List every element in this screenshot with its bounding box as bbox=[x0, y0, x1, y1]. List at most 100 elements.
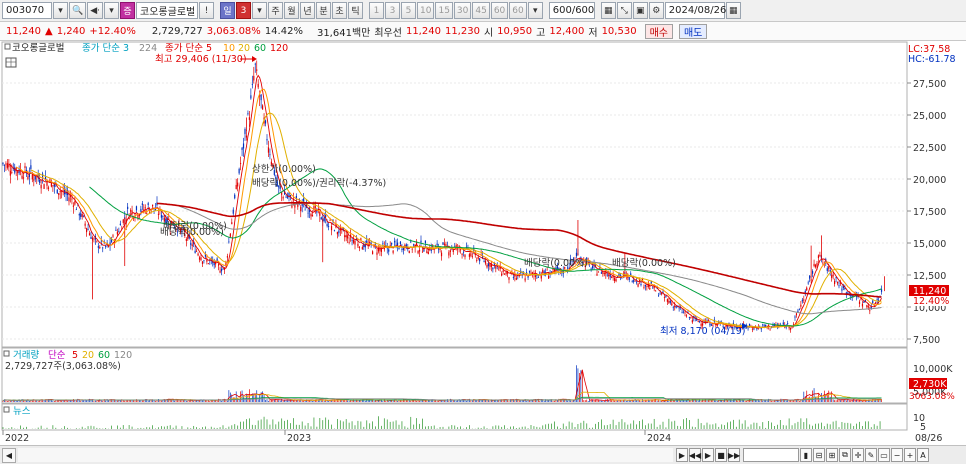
price-candle-body bbox=[53, 184, 55, 187]
search-icon[interactable]: 🔍 bbox=[69, 2, 87, 19]
period-day-button[interactable]: 일 bbox=[220, 2, 236, 19]
zoom-in-icon[interactable]: ⊞ bbox=[826, 448, 838, 462]
date-field[interactable]: 2024/08/26 bbox=[664, 2, 726, 19]
price-candle-body bbox=[505, 272, 507, 275]
price-candle-body bbox=[242, 143, 245, 149]
price-candle-body bbox=[200, 257, 202, 261]
draw-icon[interactable]: ✎ bbox=[865, 448, 877, 462]
period-minute[interactable]: 분 bbox=[316, 2, 332, 19]
rewind-button[interactable]: ◀◀ bbox=[689, 448, 701, 462]
interval-15[interactable]: 15 bbox=[435, 2, 453, 19]
price-candle-body bbox=[875, 302, 877, 304]
font-size-button[interactable]: A bbox=[917, 448, 929, 462]
price-candle-body bbox=[185, 238, 187, 241]
price-candle-body bbox=[398, 247, 400, 250]
price-candle-body bbox=[366, 240, 368, 244]
interval-dropdown-button[interactable]: ▾ bbox=[527, 2, 543, 19]
interval-1[interactable]: 1 bbox=[369, 2, 385, 19]
price-candle-body bbox=[256, 69, 258, 71]
gear-icon[interactable]: ⚙ bbox=[648, 2, 664, 19]
price-candle-body bbox=[71, 198, 73, 200]
period-second[interactable]: 초 bbox=[332, 2, 348, 19]
price-candle-body bbox=[87, 229, 89, 231]
data-count-field[interactable]: 600/600 bbox=[548, 2, 595, 19]
interval-45[interactable]: 45 bbox=[472, 2, 490, 19]
price-candle-body bbox=[690, 317, 692, 318]
period-year[interactable]: 년 bbox=[300, 2, 316, 19]
price-candle-body bbox=[460, 249, 462, 251]
stock-code-input[interactable]: 003070 bbox=[2, 2, 52, 19]
play-button[interactable]: ▶ bbox=[702, 448, 714, 462]
price-candle-body bbox=[807, 282, 809, 284]
price-candle-body bbox=[102, 247, 104, 249]
period-num-button[interactable]: 3 bbox=[236, 2, 252, 19]
compare-icon[interactable]: ⧉ bbox=[839, 448, 851, 462]
price-candle-body bbox=[116, 231, 118, 235]
price-candle-body bbox=[502, 270, 504, 273]
alert-button[interactable]: ! bbox=[199, 2, 215, 19]
price-candle-body bbox=[669, 301, 671, 303]
buy-button[interactable]: 매수 bbox=[644, 23, 673, 39]
dividend-combo-annotation: 배당락(0.00%)/권리락(-4.37%) bbox=[252, 177, 386, 189]
interval-5[interactable]: 5 bbox=[401, 2, 417, 19]
price-candle-body bbox=[244, 129, 246, 135]
speaker-icon[interactable]: ◀· bbox=[87, 2, 104, 19]
price-candle-body bbox=[297, 204, 299, 207]
crosshair-icon[interactable]: ✛ bbox=[852, 448, 864, 462]
forward-button[interactable]: ▶▶ bbox=[728, 448, 740, 462]
price-candle-body bbox=[119, 223, 121, 226]
stock-name-field[interactable]: 코오롱글로벌 bbox=[136, 2, 199, 19]
scroll-track[interactable] bbox=[18, 448, 673, 462]
price-candle-body bbox=[691, 320, 693, 323]
sell-button[interactable]: 매도 bbox=[678, 23, 708, 39]
price-candle-body bbox=[56, 189, 58, 194]
price-candle-body bbox=[838, 285, 840, 287]
zoom-out-icon[interactable]: ⊟ bbox=[813, 448, 825, 462]
period-dropdown-button[interactable]: ▾ bbox=[252, 2, 268, 19]
price-candle-body bbox=[2, 163, 4, 164]
price-candle-body bbox=[866, 305, 868, 308]
price-candle-body bbox=[633, 280, 635, 282]
price-candle-body bbox=[72, 205, 74, 207]
divider-handle[interactable]: ▮ bbox=[800, 448, 812, 462]
period-week[interactable]: 주 bbox=[268, 2, 284, 19]
period-month[interactable]: 월 bbox=[284, 2, 300, 19]
scroll-right-button[interactable]: ▶ bbox=[676, 448, 688, 462]
legend-close-ma: 종가 단순 3 bbox=[82, 43, 129, 54]
x-label-end: 08/26 bbox=[915, 433, 942, 444]
scroll-left-button[interactable]: ◀ bbox=[2, 448, 16, 463]
expand-icon[interactable]: ▭ bbox=[878, 448, 890, 462]
interval-30[interactable]: 30 bbox=[453, 2, 472, 19]
price-candle-body bbox=[597, 271, 600, 273]
price-candle-body bbox=[487, 263, 490, 267]
legend-toggle-icon[interactable] bbox=[4, 43, 11, 50]
price-candle-body bbox=[417, 251, 419, 254]
price-candle-body bbox=[486, 264, 488, 268]
calendar-icon[interactable]: ▦ bbox=[725, 2, 741, 19]
volume-toggle-icon[interactable] bbox=[3, 350, 10, 357]
interval-60[interactable]: 60 bbox=[490, 2, 509, 19]
stock-dropdown-button[interactable]: ▾ bbox=[104, 2, 120, 19]
price-candle-body bbox=[237, 182, 239, 187]
zoom-slider[interactable] bbox=[743, 448, 799, 462]
save-icon[interactable]: ▣ bbox=[632, 2, 648, 19]
interval-10[interactable]: 10 bbox=[417, 2, 435, 19]
minus-button[interactable]: − bbox=[891, 448, 903, 462]
price-candle-body bbox=[247, 113, 249, 115]
price-candle-body bbox=[118, 231, 120, 232]
price-candle-body bbox=[43, 184, 45, 189]
price-candle-body bbox=[812, 271, 814, 274]
price-candle-body bbox=[637, 283, 639, 287]
stock-chart[interactable]: 코오롱글로벌 종가 단순 3 224 종가 단순 5 10 20 60 120 … bbox=[0, 41, 966, 445]
chart-scrollbar[interactable]: ◀ ▶ ◀◀ ▶ ■ ▶▶ ▮ ⊟ ⊞ ⧉ ✛ ✎ ▭ − + A bbox=[0, 445, 966, 464]
price-candle-body bbox=[763, 325, 765, 327]
news-toggle-icon[interactable] bbox=[3, 406, 10, 413]
interval-custom[interactable]: 60 bbox=[509, 2, 527, 19]
pin-icon[interactable]: ⤡ bbox=[616, 2, 632, 19]
period-tick[interactable]: 틱 bbox=[348, 2, 364, 19]
interval-3[interactable]: 3 bbox=[385, 2, 401, 19]
plus-button[interactable]: + bbox=[904, 448, 916, 462]
chart-settings-icon[interactable]: ▦ bbox=[600, 2, 616, 19]
stop-button[interactable]: ■ bbox=[715, 448, 727, 462]
code-dropdown-button[interactable]: ▾ bbox=[53, 2, 68, 19]
